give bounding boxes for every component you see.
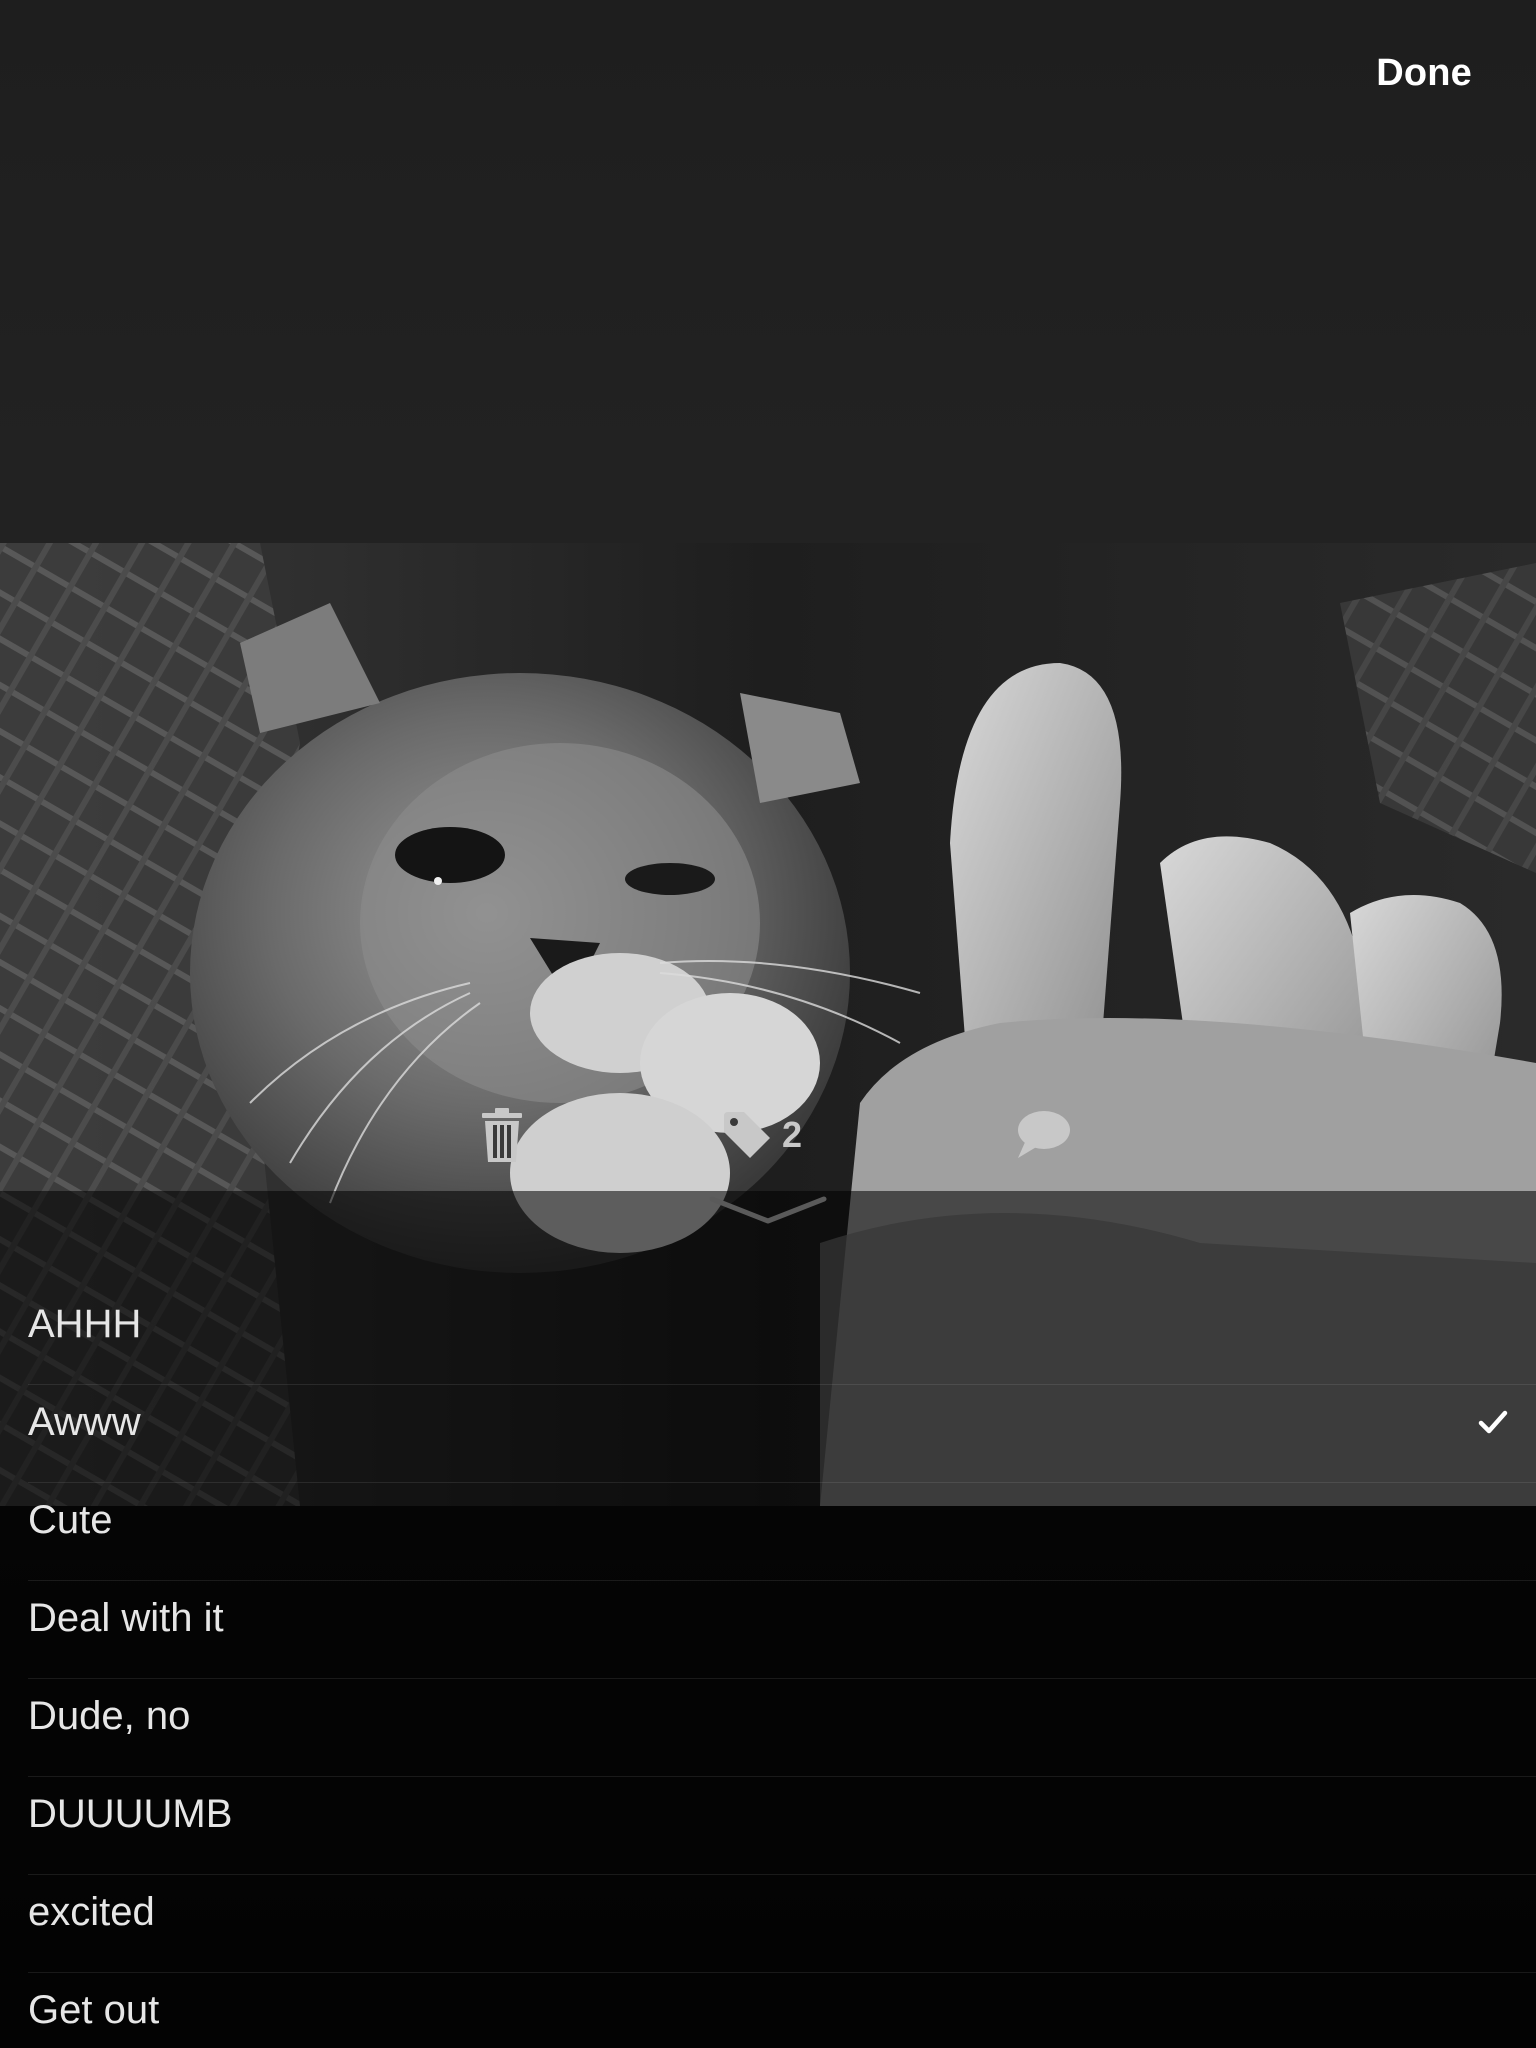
screen: Done 2 AHHH Awww Cute Deal with it Dude,… [0,0,1536,2048]
tag-icon [724,1112,770,1158]
tag-row-deal-with-it[interactable]: Deal with it [28,1581,1536,1679]
tag-row-get-out[interactable]: Get out [28,1973,1536,2048]
tag-label: Awww [28,1400,141,1444]
tag-row-duuuumb[interactable]: DUUUUMB [28,1777,1536,1875]
tag-label: Get out [28,1988,160,2032]
tag-row-ahhh[interactable]: AHHH [28,1287,1536,1385]
top-bar: Done [0,0,1536,150]
trash-icon [482,1108,522,1162]
tag-label: DUUUUMB [28,1792,233,1836]
tag-label: excited [28,1890,155,1934]
collapse-handle[interactable] [708,1191,828,1231]
comment-button[interactable] [1014,1100,1070,1170]
tag-row-awww[interactable]: Awww [28,1385,1536,1483]
tag-label: Cute [28,1498,113,1542]
checkmark-icon [1478,1410,1508,1434]
tags-button[interactable]: 2 [722,1100,802,1170]
chevron-down-icon [709,1196,827,1224]
done-button[interactable]: Done [1376,52,1472,95]
tag-row-excited[interactable]: excited [28,1875,1536,1973]
tag-count: 2 [782,1114,803,1155]
tag-label: Deal with it [28,1596,224,1640]
tag-label: Dude, no [28,1694,191,1738]
tag-row-dude-no[interactable]: Dude, no [28,1679,1536,1777]
tag-row-cute[interactable]: Cute [28,1483,1536,1581]
delete-button[interactable] [478,1100,526,1170]
speech-bubble-icon [1018,1111,1070,1158]
tag-panel: AHHH Awww Cute Deal with it Dude, no DUU… [0,1191,1536,2048]
tag-label: AHHH [28,1302,142,1346]
tag-list: AHHH Awww Cute Deal with it Dude, no DUU… [0,1287,1536,2048]
